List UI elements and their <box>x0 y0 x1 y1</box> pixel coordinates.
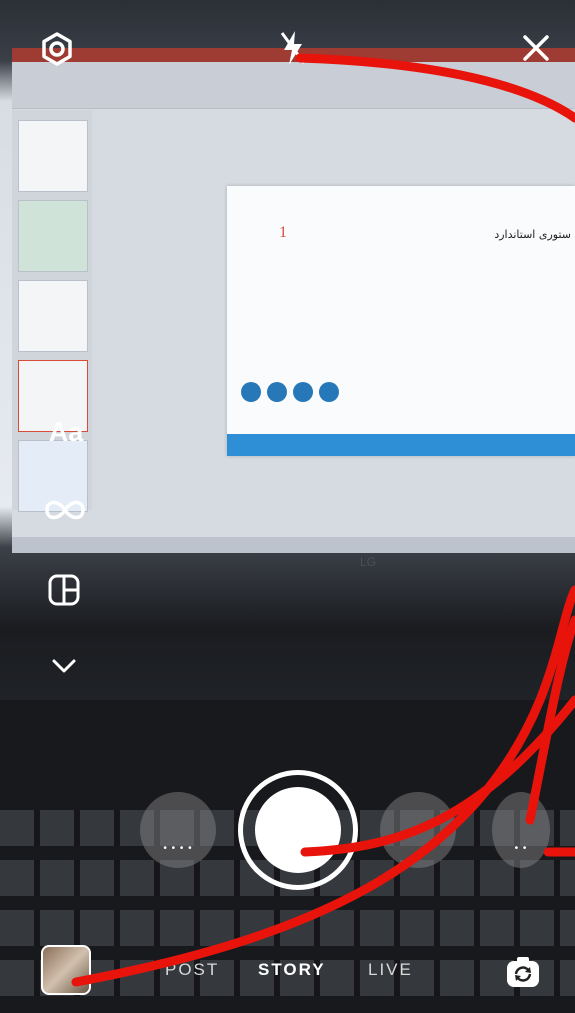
slide-circle <box>319 382 339 402</box>
slide-circle <box>293 382 313 402</box>
mode-story[interactable]: STORY <box>258 960 326 980</box>
slide-circle <box>241 382 261 402</box>
flip-camera-icon[interactable] <box>503 953 543 993</box>
keyboard-row <box>0 910 575 946</box>
text-tool-button[interactable]: Aa <box>40 414 92 450</box>
viewfinder-slides-pane <box>12 110 92 512</box>
slide-footer <box>227 434 575 456</box>
effect-button-left[interactable]: • • • • <box>140 792 216 868</box>
slide-thumbnail <box>18 200 88 272</box>
monitor-brand: LG <box>360 555 377 569</box>
shutter-inner <box>255 787 341 873</box>
effect-dots: • • <box>514 843 528 854</box>
camera-screen: 1 ستوری استاندارد LG Aa • • • • • • POST… <box>0 0 575 1013</box>
effect-dots: • • • • <box>163 843 193 854</box>
viewfinder-slide: 1 ستوری استاندارد <box>227 186 575 456</box>
chevron-down-icon[interactable] <box>48 654 80 678</box>
close-icon[interactable] <box>518 30 554 66</box>
gear-icon[interactable] <box>38 30 76 68</box>
flash-off-icon[interactable] <box>276 28 310 68</box>
slide-number: 1 <box>279 224 287 241</box>
camera-viewfinder: 1 ستوری استاندارد <box>12 48 575 553</box>
shutter-button[interactable] <box>238 770 358 890</box>
infinity-icon[interactable] <box>42 494 88 526</box>
viewfinder-taskbar <box>12 537 575 553</box>
layout-grid-icon[interactable] <box>44 570 84 610</box>
mode-post[interactable]: POST <box>165 960 219 980</box>
slide-title: ستوری استاندارد <box>494 228 571 241</box>
slide-thumbnail <box>18 120 88 192</box>
slide-thumbnail <box>18 280 88 352</box>
gallery-thumbnail[interactable] <box>41 945 91 995</box>
effect-button-right[interactable] <box>380 792 456 868</box>
effect-button-far-right[interactable]: • • <box>492 792 550 868</box>
slide-circle <box>267 382 287 402</box>
mode-live[interactable]: LIVE <box>368 960 413 980</box>
